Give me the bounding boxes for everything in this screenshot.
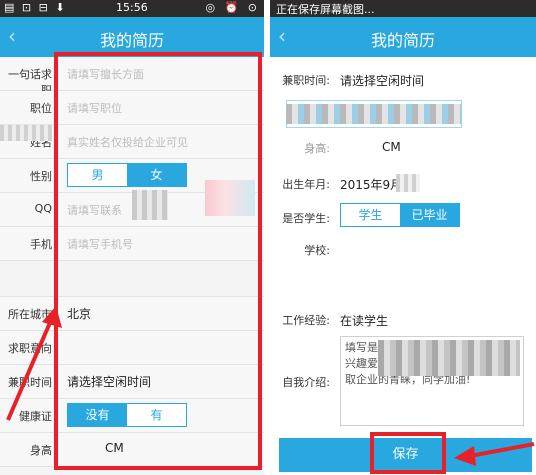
page-title: 我的简历 <box>99 31 164 50</box>
annotation-arrow-icon <box>6 306 62 421</box>
status-bar: ▤ ⊡ ⊟ ⬇ 15:56 ◎ ⏰ ⊙ <box>0 0 264 17</box>
status-right-icons: ◎ ⏰ ⊙ <box>205 1 260 14</box>
birth-value[interactable]: 2015年9月 <box>340 176 402 193</box>
job-label: 职位 <box>30 102 52 115</box>
annotation-arrow-icon <box>454 442 535 466</box>
privacy-mosaic <box>396 174 420 192</box>
height-label: 身高: <box>304 142 330 155</box>
annotation-box <box>54 52 262 470</box>
graduated-option[interactable]: 已毕业 <box>400 204 459 226</box>
intro-label: 自我介绍: <box>282 376 330 389</box>
privacy-mosaic <box>378 340 520 376</box>
screenshot-saving-status: 正在保存屏幕截图... <box>276 3 375 16</box>
title-bar: ‹ 我的简历 <box>0 17 264 57</box>
student-toggle[interactable]: 学生 已毕业 <box>340 203 460 227</box>
freetime-value[interactable]: 请选择空闲时间 <box>340 72 424 89</box>
status-bar: 正在保存屏幕截图... <box>270 0 536 17</box>
work-value[interactable]: 在读学生 <box>340 312 388 329</box>
phone-label: 手机 <box>30 238 52 251</box>
status-icons: ▤ ⊡ ⊟ ⬇ <box>4 1 67 14</box>
annotation-box <box>370 432 446 474</box>
left-screen: ▤ ⊡ ⊟ ⬇ 15:56 ◎ ⏰ ⊙ ‹ 我的简历 一句话求职 请填写擅长方面… <box>0 0 264 475</box>
freetime-label: 兼职时间: <box>282 74 330 87</box>
student-option[interactable]: 学生 <box>341 204 400 226</box>
gender-label: 性别 <box>30 170 52 183</box>
qq-label: QQ <box>34 202 52 215</box>
height-label: 身高 <box>30 444 52 457</box>
birth-label: 出生年月: <box>282 178 330 191</box>
page-title: 我的简历 <box>370 31 435 50</box>
status-time: 15:56 <box>116 1 148 14</box>
student-label: 是否学生: <box>282 212 330 225</box>
height-value[interactable]: CM <box>382 140 401 154</box>
school-label: 学校: <box>304 244 330 257</box>
work-label: 工作经验: <box>282 314 330 327</box>
privacy-mosaic <box>286 104 462 124</box>
title-bar: ‹ 我的简历 <box>270 17 536 57</box>
privacy-mosaic <box>0 125 52 141</box>
